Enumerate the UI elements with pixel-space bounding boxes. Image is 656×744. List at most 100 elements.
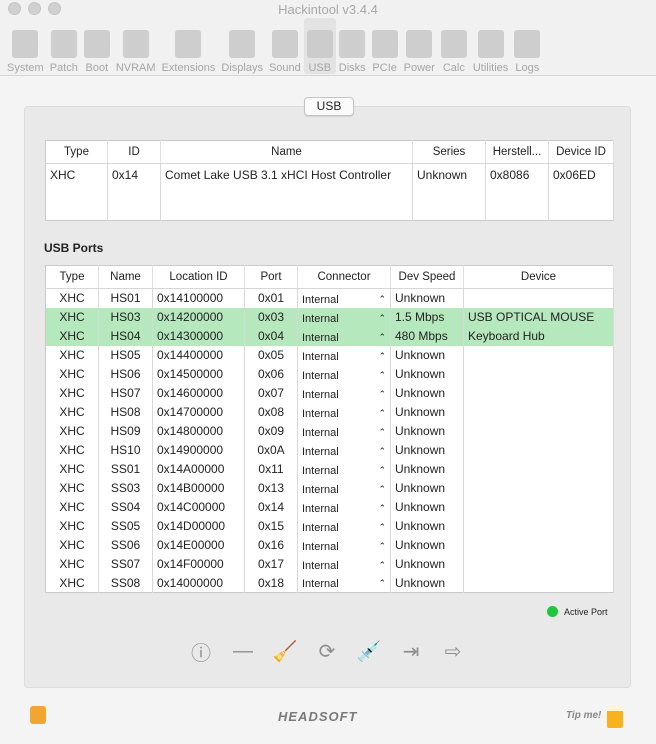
table-row[interactable]: XHC HS06 0x14500000 0x06 Internal ⌃ Unknown [45,364,614,384]
connector-select[interactable]: Internal ⌃ [302,386,386,401]
connector-select[interactable]: Internal ⌃ [302,405,386,420]
column-header[interactable]: Herstell... [485,140,549,164]
table-cell[interactable]: Internal ⌃ [297,573,391,593]
table-row[interactable]: XHC SS04 0x14C00000 0x14 Internal ⌃ Unknown [45,497,614,517]
table-row[interactable]: XHC HS05 0x14400000 0x05 Internal ⌃ Unknown [45,345,614,365]
toolbar-pcie[interactable]: PCIe [369,18,401,74]
table-row[interactable]: XHC HS09 0x14800000 0x09 Internal ⌃ Unknown [45,421,614,441]
toolbar-power[interactable]: Power [401,18,438,74]
table-row[interactable]: XHC 0x14 Comet Lake USB 3.1 xHCI Host Cont… [45,163,614,221]
table-cell[interactable]: Internal ⌃ [297,364,391,384]
table-row[interactable]: XHC HS08 0x14700000 0x08 Internal ⌃ Unknown [45,402,614,422]
connector-select[interactable]: Internal ⌃ [302,538,386,553]
info-icon[interactable]: ⓘ [188,638,214,665]
table-cell: 0x16 [244,535,298,555]
table-cell [463,345,614,365]
toolbar-disks[interactable]: Disks [336,18,369,74]
toolbar-calc[interactable]: Calc [438,18,470,74]
column-header[interactable]: Device ID [548,140,614,164]
table-cell[interactable]: Internal ⌃ [297,554,391,574]
usb-segment-button[interactable]: USB [304,97,354,116]
table-row[interactable]: XHC SS08 0x14000000 0x18 Internal ⌃ Unknown [45,573,614,593]
toolbar-logs[interactable]: Logs [511,18,543,74]
column-header[interactable]: Series [412,140,486,164]
connector-select[interactable]: Internal ⌃ [302,575,386,590]
connector-select[interactable]: Internal ⌃ [302,462,386,477]
table-row[interactable]: XHC HS04 0x14300000 0x04 Internal ⌃ 480 Mbps Ke… [45,326,614,346]
column-header[interactable]: Device [463,265,614,289]
toolbar-sound[interactable]: Sound [266,18,304,74]
table-cell[interactable]: Internal ⌃ [297,459,391,479]
column-header[interactable]: Type [45,140,108,164]
column-header[interactable]: Name [98,265,153,289]
connector-select[interactable]: Internal ⌃ [302,291,386,306]
connector-select[interactable]: Internal ⌃ [302,348,386,363]
table-cell[interactable]: Internal ⌃ [297,478,391,498]
toolbar-displays[interactable]: Displays [218,18,266,74]
lock-icon[interactable] [30,706,46,724]
connector-select[interactable]: Internal ⌃ [302,329,386,344]
table-cell: Unknown [390,554,464,574]
connector-select[interactable]: Internal ⌃ [302,424,386,439]
table-row[interactable]: XHC SS03 0x14B00000 0x13 Internal ⌃ Unknown [45,478,614,498]
table-cell: XHC [45,163,108,221]
column-header[interactable]: Type [45,265,99,289]
table-row[interactable]: XHC SS01 0x14A00000 0x11 Internal ⌃ Unknown [45,459,614,479]
table-cell[interactable]: Internal ⌃ [297,402,391,422]
table-row[interactable]: XHC SS05 0x14D00000 0x15 Internal ⌃ Unknown [45,516,614,536]
table-row[interactable]: XHC HS01 0x14100000 0x01 Internal ⌃ Unknown [45,288,614,308]
table-cell[interactable]: Internal ⌃ [297,383,391,403]
table-cell[interactable]: Internal ⌃ [297,326,391,346]
boot-icon [83,30,110,58]
table-cell[interactable]: Internal ⌃ [297,307,391,327]
table-row[interactable]: XHC HS03 0x14200000 0x03 Internal ⌃ 1.5 Mbps US… [45,307,614,327]
toolbar-utilities[interactable]: Utilities [470,18,511,74]
column-header[interactable]: Location ID [152,265,245,289]
connector-select[interactable]: Internal ⌃ [302,519,386,534]
column-header[interactable]: Dev Speed [390,265,464,289]
export-icon[interactable]: ⇨ [440,638,466,664]
syringe-icon[interactable]: 💉 [356,638,382,664]
table-cell[interactable]: Internal ⌃ [297,535,391,555]
connector-select[interactable]: Internal ⌃ [302,310,386,325]
table-row[interactable]: XHC HS07 0x14600000 0x07 Internal ⌃ Unknown [45,383,614,403]
table-cell[interactable]: Internal ⌃ [297,497,391,517]
connector-select[interactable]: Internal ⌃ [302,481,386,496]
column-header[interactable]: Name [160,140,413,164]
toolbar-label: Disks [338,62,366,74]
table-cell: Unknown [390,516,464,536]
toolbar-label: Utilities [472,62,509,74]
column-header[interactable]: ID [107,140,161,164]
beer-icon[interactable] [607,706,623,728]
connector-select[interactable]: Internal ⌃ [302,367,386,382]
usb-ports-table[interactable]: Type Name Location ID Port Connector Dev Spee… [45,265,614,593]
toolbar-patch[interactable]: Patch [47,18,81,74]
column-header[interactable]: Connector [297,265,391,289]
minus-icon[interactable]: — [230,638,256,664]
table-cell: Unknown [390,573,464,593]
column-header[interactable]: Port [244,265,298,289]
toolbar-usb[interactable]: USB [303,18,336,74]
table-cell[interactable]: Internal ⌃ [297,421,391,441]
active-port-label: Active Port [564,606,608,617]
connector-select[interactable]: Internal ⌃ [302,443,386,458]
table-cell[interactable]: Internal ⌃ [297,288,391,308]
toolbar-nvram[interactable]: NVRAM [113,18,159,74]
table-cell[interactable]: Internal ⌃ [297,345,391,365]
connector-select[interactable]: Internal ⌃ [302,500,386,515]
refresh-icon[interactable]: ⟳ [314,638,340,664]
import-icon[interactable]: ⇥ [398,638,424,664]
toolbar-boot[interactable]: Boot [81,18,113,74]
table-row[interactable]: XHC HS10 0x14900000 0x0A Internal ⌃ Unknown [45,440,614,460]
table-row[interactable]: XHC SS06 0x14E00000 0x16 Internal ⌃ Unknown [45,535,614,555]
table-cell[interactable]: Internal ⌃ [297,440,391,460]
headsoft-logo[interactable]: HEADSOFT [278,709,358,724]
broom-icon[interactable]: 🧹 [272,638,298,664]
table-cell[interactable]: Internal ⌃ [297,516,391,536]
table-row[interactable]: XHC SS07 0x14F00000 0x17 Internal ⌃ Unknown [45,554,614,574]
toolbar-extensions[interactable]: Extensions [159,18,219,74]
toolbar-system[interactable]: System [4,18,47,74]
tip-me-label[interactable]: Tip me! [566,710,601,721]
controller-table[interactable]: Type ID Name Series Herstell... Device ID XHC 0… [45,140,614,221]
connector-select[interactable]: Internal ⌃ [302,557,386,572]
